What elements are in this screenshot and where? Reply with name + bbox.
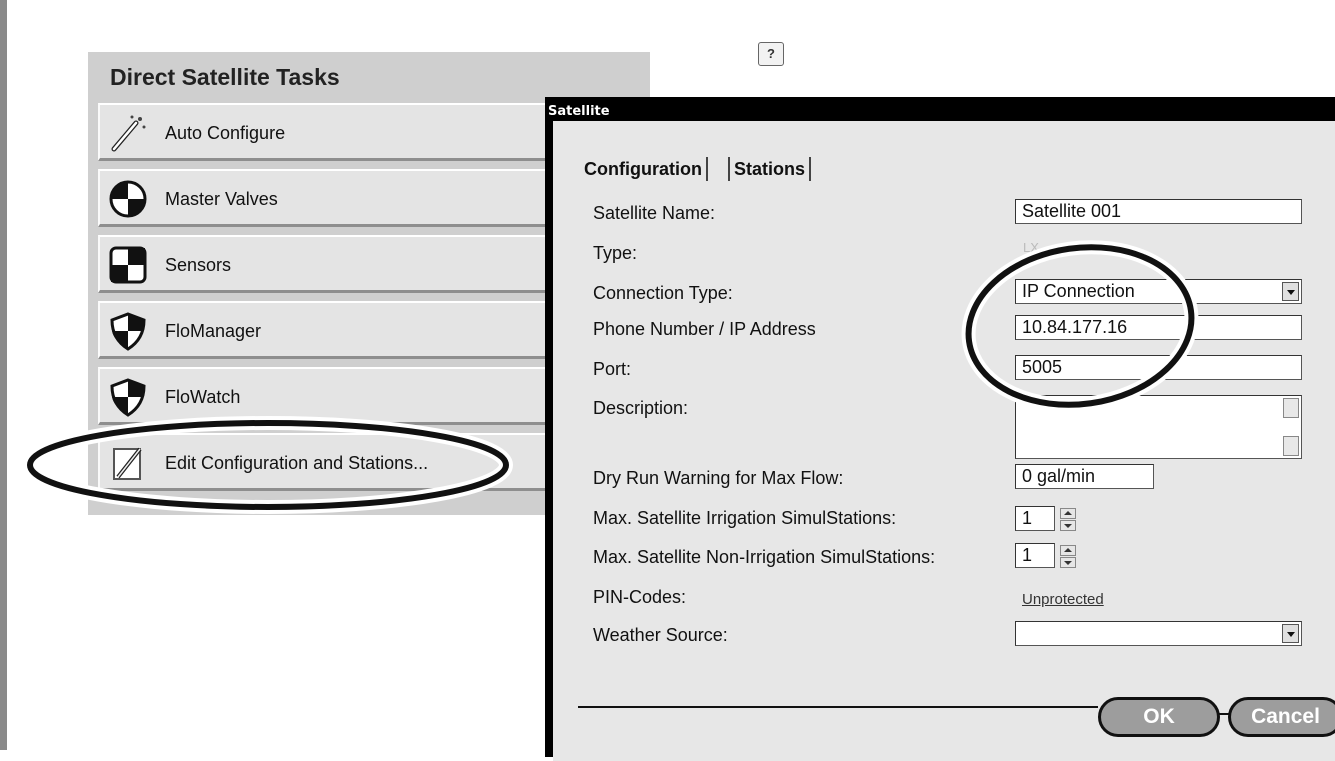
port-label: Port: [593, 359, 632, 379]
connection-type-select[interactable]: IP Connection [1015, 279, 1302, 304]
scroll-up-icon[interactable] [1283, 398, 1299, 418]
max-non-irrigation-label: Max. Satellite Non-Irrigation SimulStati… [593, 547, 936, 567]
address-label: Phone Number / IP Address [593, 319, 816, 339]
ip-address-input[interactable]: 10.84.177.16 [1015, 315, 1302, 340]
max-irrigation-stepper[interactable]: 1 [1015, 506, 1076, 531]
shield-icon [110, 378, 146, 417]
type-label: Type: [593, 243, 638, 263]
pin-codes-link[interactable]: Unprotected [1022, 591, 1104, 608]
weather-source-label: Weather Source: [593, 625, 728, 645]
description-label: Description: [593, 398, 689, 418]
weather-source-select[interactable] [1015, 621, 1302, 646]
satellite-name-label: Satellite Name: [593, 203, 716, 223]
chevron-down-icon[interactable] [1282, 624, 1299, 643]
help-icon: ? [767, 46, 775, 61]
help-button[interactable]: ? [758, 42, 784, 66]
dialog-title: Satellite [548, 104, 610, 119]
task-label: Master Valves [165, 189, 278, 209]
max-non-irrigation-stepper[interactable]: 1 [1015, 543, 1076, 568]
sensor-icon [109, 246, 147, 284]
scroll-down-icon[interactable] [1283, 436, 1299, 456]
connection-type-label: Connection Type: [593, 283, 733, 303]
type-value: LX [1023, 240, 1039, 255]
window-edge [0, 0, 7, 750]
footer-divider [578, 706, 1098, 708]
dry-run-label: Dry Run Warning for Max Flow: [593, 468, 844, 488]
max-non-irrigation-value: 1 [1022, 545, 1033, 565]
tasks-panel-title: Direct Satellite Tasks [110, 64, 340, 90]
connection-type-value: IP Connection [1022, 281, 1135, 301]
pin-codes-label: PIN-Codes: [593, 587, 687, 607]
spinner-icon[interactable] [1058, 507, 1078, 532]
valve-icon [109, 180, 147, 218]
magic-wand-icon [111, 115, 146, 152]
tab-stations[interactable]: Stations [728, 157, 812, 181]
tab-configuration[interactable]: Configuration [580, 157, 708, 181]
ok-button[interactable]: OK [1098, 697, 1220, 737]
task-label: FloWatch [165, 387, 241, 407]
task-label: Sensors [165, 255, 232, 275]
task-label: Auto Configure [165, 123, 286, 143]
description-textarea[interactable] [1015, 395, 1302, 459]
pencil-icon [113, 447, 142, 480]
dry-run-input[interactable]: 0 gal/min [1015, 464, 1154, 489]
port-input[interactable]: 5005 [1015, 355, 1302, 380]
max-irrigation-label: Max. Satellite Irrigation SimulStations: [593, 508, 897, 528]
max-irrigation-value: 1 [1022, 508, 1033, 528]
shield-icon [110, 312, 146, 351]
cancel-button[interactable]: Cancel [1228, 697, 1335, 737]
task-label: Edit Configuration and Stations... [165, 453, 429, 473]
task-label: FloManager [165, 321, 262, 341]
chevron-down-icon[interactable] [1282, 282, 1299, 301]
spinner-icon[interactable] [1058, 544, 1078, 569]
satellite-name-input[interactable]: Satellite 001 [1015, 199, 1302, 224]
